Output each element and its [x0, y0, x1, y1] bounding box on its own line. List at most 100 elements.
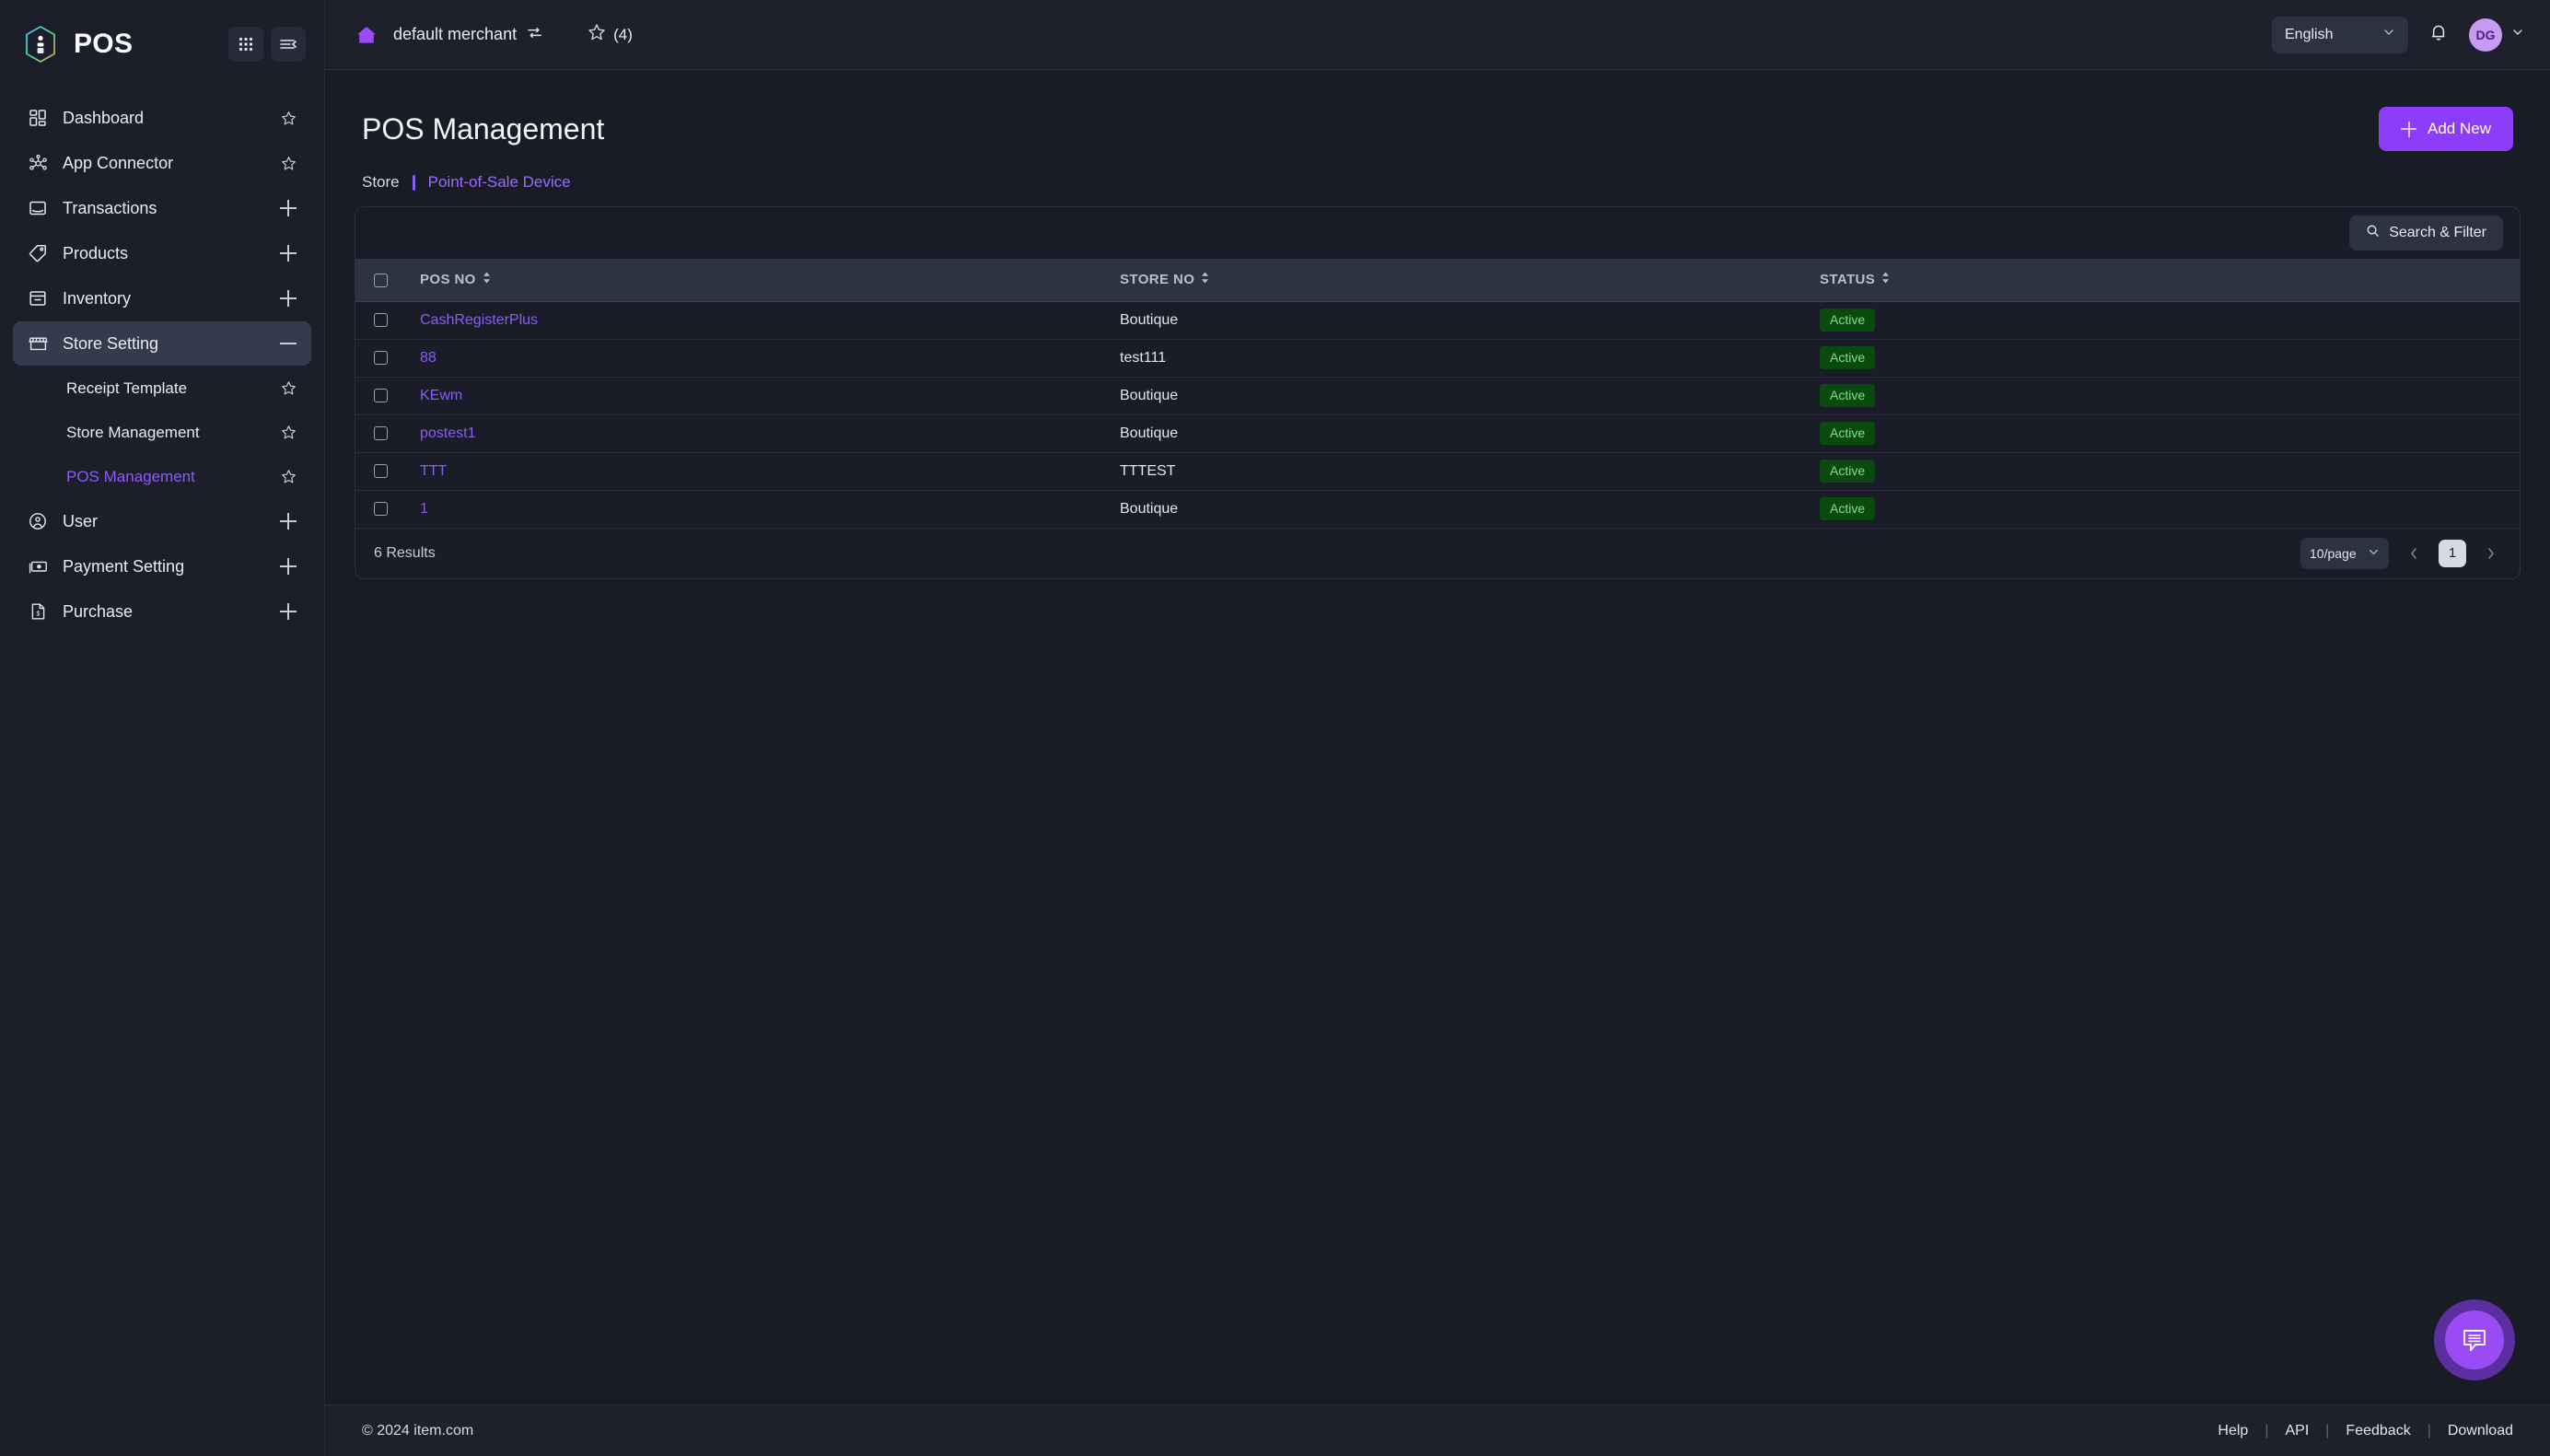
- cell-store-no: test111: [1107, 339, 1807, 378]
- sidebar-item-label: Products: [63, 243, 129, 262]
- page-number-1[interactable]: 1: [2439, 539, 2466, 567]
- merchant-switcher[interactable]: default merchant: [393, 24, 543, 46]
- collapse-minus-icon[interactable]: [278, 333, 298, 354]
- table-row[interactable]: CashRegisterPlus Boutique Active: [355, 301, 2520, 340]
- pos-no-link[interactable]: TTT: [420, 463, 447, 479]
- pos-no-link[interactable]: KEwm: [420, 388, 462, 403]
- table-row[interactable]: 1 Boutique Active: [355, 490, 2520, 529]
- purchase-doc-icon: $: [28, 601, 48, 622]
- pos-no-link[interactable]: postest1: [420, 425, 475, 441]
- sidebar-item-receipt-template[interactable]: Receipt Template: [13, 367, 311, 410]
- favorites-button[interactable]: (4): [588, 23, 633, 46]
- expand-plus-icon[interactable]: [278, 556, 298, 577]
- row-select-cell: [355, 414, 407, 453]
- column-header-status[interactable]: STATUS: [1807, 259, 2520, 302]
- collapse-sidebar-icon[interactable]: [271, 27, 306, 62]
- row-checkbox[interactable]: [374, 388, 388, 402]
- footer-link-help[interactable]: Help: [2218, 1423, 2248, 1439]
- switch-merchant-icon[interactable]: [526, 24, 543, 46]
- select-all-checkbox[interactable]: [374, 273, 388, 287]
- sidebar-item-products[interactable]: Products: [13, 231, 311, 275]
- apps-grid-icon[interactable]: [228, 27, 263, 62]
- chat-fab[interactable]: [2434, 1299, 2515, 1380]
- sort-icon[interactable]: [1201, 272, 1209, 287]
- sidebar-item-pos-management[interactable]: POS Management: [13, 455, 311, 498]
- row-checkbox[interactable]: [374, 350, 388, 365]
- favorite-star-icon[interactable]: [278, 467, 298, 487]
- sidebar-nav: Dashboard App Connector Transactions Pro…: [0, 88, 324, 1456]
- inventory-box-icon: [28, 288, 48, 309]
- sidebar-item-purchase[interactable]: $ Purchase: [13, 589, 311, 634]
- sidebar-item-transactions[interactable]: Transactions: [13, 186, 311, 230]
- per-page-select[interactable]: 10/page: [2300, 537, 2389, 569]
- footer-link-feedback[interactable]: Feedback: [2346, 1423, 2410, 1439]
- sidebar-item-label: Purchase: [63, 601, 134, 621]
- favorite-star-icon[interactable]: [278, 379, 298, 399]
- breadcrumb-current[interactable]: Point-of-Sale Device: [428, 173, 571, 192]
- chevron-left-icon[interactable]: [2404, 541, 2424, 566]
- chevron-down-icon: [2382, 26, 2395, 43]
- breadcrumb-parent[interactable]: Store: [362, 173, 400, 192]
- favorite-star-icon[interactable]: [278, 108, 298, 128]
- chevron-right-icon[interactable]: [2481, 541, 2501, 566]
- user-circle-icon: [28, 511, 48, 531]
- sidebar-top-actions: [228, 27, 306, 62]
- row-checkbox[interactable]: [374, 501, 388, 516]
- expand-plus-icon[interactable]: [278, 243, 298, 263]
- sidebar-item-dashboard[interactable]: Dashboard: [13, 96, 311, 140]
- sort-icon[interactable]: [1881, 272, 1890, 287]
- row-checkbox[interactable]: [374, 425, 388, 440]
- pos-no-link[interactable]: CashRegisterPlus: [420, 312, 538, 328]
- column-header-store-no[interactable]: STORE NO: [1107, 259, 1807, 302]
- expand-plus-icon[interactable]: [278, 511, 298, 531]
- cell-status: Active: [1807, 377, 2520, 415]
- sidebar-item-label: Payment Setting: [63, 556, 185, 576]
- sort-icon[interactable]: [483, 272, 491, 287]
- hexagon-logo-icon: [20, 24, 61, 64]
- table-row[interactable]: TTT TTTEST Active: [355, 452, 2520, 491]
- table-row[interactable]: KEwm Boutique Active: [355, 377, 2520, 415]
- sidebar-item-inventory[interactable]: Inventory: [13, 276, 311, 320]
- search-filter-button[interactable]: Search & Filter: [2349, 215, 2503, 250]
- footer-link-api[interactable]: API: [2285, 1423, 2309, 1439]
- breadcrumb: Store Point-of-Sale Device: [355, 155, 2521, 197]
- row-checkbox[interactable]: [374, 463, 388, 478]
- expand-plus-icon[interactable]: [278, 288, 298, 309]
- expand-plus-icon[interactable]: [278, 601, 298, 622]
- table-row[interactable]: postest1 Boutique Active: [355, 414, 2520, 453]
- sidebar-item-app-connector[interactable]: App Connector: [13, 141, 311, 185]
- sidebar-item-label: POS Management: [66, 467, 195, 485]
- favorite-star-icon[interactable]: [278, 153, 298, 173]
- sidebar-item-store-setting[interactable]: Store Setting: [13, 321, 311, 366]
- language-select[interactable]: English: [2272, 16, 2408, 53]
- pos-no-link[interactable]: 88: [420, 350, 437, 366]
- sidebar-item-store-management[interactable]: Store Management: [13, 411, 311, 454]
- user-menu[interactable]: DG: [2469, 17, 2524, 52]
- avatar[interactable]: DG: [2469, 17, 2502, 52]
- row-checkbox[interactable]: [374, 312, 388, 327]
- home-icon[interactable]: [355, 23, 378, 47]
- cell-status: Active: [1807, 490, 2520, 529]
- table-toolbar: Search & Filter: [355, 207, 2520, 259]
- footer-link-download[interactable]: Download: [2448, 1423, 2513, 1439]
- status-badge: Active: [1820, 497, 1876, 520]
- row-select-cell: [355, 377, 407, 415]
- footer-links: Help | API | Feedback | Download: [2218, 1423, 2513, 1439]
- transactions-icon: [28, 198, 48, 218]
- table-row[interactable]: 88 test111 Active: [355, 339, 2520, 378]
- add-new-button[interactable]: Add New: [2379, 107, 2513, 151]
- bell-icon[interactable]: [2428, 22, 2449, 47]
- cell-status: Active: [1807, 452, 2520, 491]
- sidebar-item-payment-setting[interactable]: Payment Setting: [13, 544, 311, 588]
- sidebar-item-label: App Connector: [63, 153, 174, 172]
- column-header-pos-no[interactable]: POS NO: [407, 259, 1107, 302]
- expand-plus-icon[interactable]: [278, 198, 298, 218]
- status-badge: Active: [1820, 460, 1876, 483]
- favorite-star-icon[interactable]: [278, 423, 298, 443]
- payment-cash-icon: [28, 556, 48, 577]
- pos-no-link[interactable]: 1: [420, 501, 428, 517]
- row-select-cell: [355, 339, 407, 378]
- cell-status: Active: [1807, 414, 2520, 453]
- sidebar-item-user[interactable]: User: [13, 499, 311, 543]
- cell-pos-no: postest1: [407, 414, 1107, 453]
